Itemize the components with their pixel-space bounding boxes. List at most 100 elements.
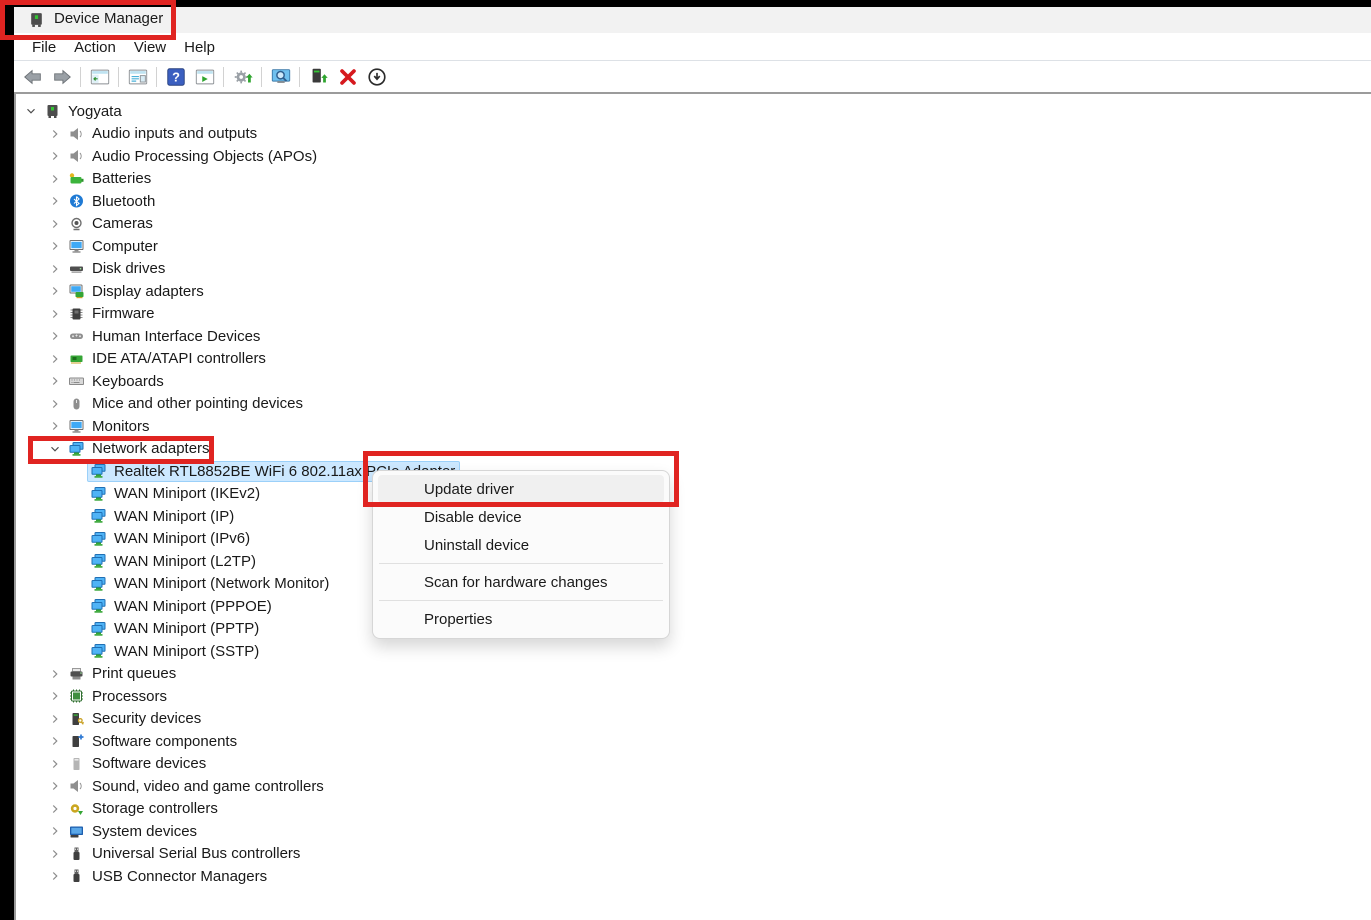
- tree-item-label: WAN Miniport (IKEv2): [114, 485, 260, 502]
- tree-item-label: Audio Processing Objects (APOs): [92, 148, 317, 165]
- menu-action[interactable]: Action: [65, 36, 125, 59]
- tree-item[interactable]: WAN Miniport (PPPOE): [16, 595, 1371, 618]
- tree-item[interactable]: WAN Miniport (L2TP): [16, 550, 1371, 573]
- scan-hardware-changes-button[interactable]: [267, 63, 294, 90]
- chevron-right-icon[interactable]: [44, 734, 66, 748]
- menu-view[interactable]: View: [125, 36, 175, 59]
- tree-item[interactable]: Human Interface Devices: [16, 325, 1371, 348]
- back-button[interactable]: [19, 63, 46, 90]
- action-pane-icon: [194, 66, 216, 88]
- action-pane-button[interactable]: [191, 63, 218, 90]
- tree-item[interactable]: Yogyata: [16, 100, 1371, 123]
- chevron-right-icon[interactable]: [44, 712, 66, 726]
- tree-item[interactable]: System devices: [16, 820, 1371, 843]
- toolbar-separator: [118, 67, 119, 87]
- usb-icon: [68, 846, 85, 862]
- chevron-right-icon[interactable]: [44, 352, 66, 366]
- tree-item[interactable]: Cameras: [16, 213, 1371, 236]
- disable-device-button[interactable]: [363, 63, 390, 90]
- chevron-right-icon[interactable]: [44, 374, 66, 388]
- menu-help[interactable]: Help: [175, 36, 224, 59]
- chevron-right-icon[interactable]: [44, 779, 66, 793]
- chevron-down-icon[interactable]: [20, 104, 42, 118]
- tree-item[interactable]: WAN Miniport (Network Monitor): [16, 573, 1371, 596]
- tree-item[interactable]: Display adapters: [16, 280, 1371, 303]
- chevron-right-icon[interactable]: [44, 217, 66, 231]
- tree-item[interactable]: Software devices: [16, 753, 1371, 776]
- tree-item[interactable]: WAN Miniport (SSTP): [16, 640, 1371, 663]
- menu-item-update-driver[interactable]: Update driver: [378, 475, 664, 503]
- chevron-right-icon[interactable]: [44, 262, 66, 276]
- chevron-down-icon[interactable]: [44, 442, 66, 456]
- swdev-icon: [68, 756, 85, 772]
- chevron-right-icon[interactable]: [44, 802, 66, 816]
- chevron-right-icon[interactable]: [44, 329, 66, 343]
- tree-item[interactable]: Disk drives: [16, 258, 1371, 281]
- network-icon: [90, 553, 107, 569]
- properties-button[interactable]: [124, 63, 151, 90]
- chevron-right-icon[interactable]: [44, 869, 66, 883]
- chevron-right-icon[interactable]: [44, 757, 66, 771]
- chevron-right-icon[interactable]: [44, 847, 66, 861]
- system-icon: [68, 823, 85, 839]
- tree-item[interactable]: WAN Miniport (IP): [16, 505, 1371, 528]
- chevron-right-icon[interactable]: [44, 419, 66, 433]
- tree-item[interactable]: Security devices: [16, 708, 1371, 731]
- forward-button[interactable]: [48, 63, 75, 90]
- update-driver-button[interactable]: [229, 63, 256, 90]
- chevron-right-icon[interactable]: [44, 689, 66, 703]
- menu-file[interactable]: File: [23, 36, 65, 59]
- toolbar-separator: [261, 67, 262, 87]
- tree-item[interactable]: Monitors: [16, 415, 1371, 438]
- tree-item[interactable]: Software components: [16, 730, 1371, 753]
- printer-icon: [68, 666, 85, 682]
- tree-item[interactable]: Keyboards: [16, 370, 1371, 393]
- tree-item[interactable]: Sound, video and game controllers: [16, 775, 1371, 798]
- update-device-button[interactable]: [305, 63, 332, 90]
- chevron-right-icon[interactable]: [44, 149, 66, 163]
- update-device-icon: [308, 66, 330, 88]
- tree-item-label: Human Interface Devices: [92, 328, 260, 345]
- network-icon: [90, 486, 107, 502]
- chevron-right-icon[interactable]: [44, 397, 66, 411]
- tree-item[interactable]: Firmware: [16, 303, 1371, 326]
- tree-item[interactable]: WAN Miniport (PPTP): [16, 618, 1371, 641]
- tree-item[interactable]: Print queues: [16, 663, 1371, 686]
- chevron-right-icon[interactable]: [44, 667, 66, 681]
- menu-item-disable-device[interactable]: Disable device: [378, 503, 664, 531]
- tree-item[interactable]: WAN Miniport (IPv6): [16, 528, 1371, 551]
- tree-item[interactable]: Realtek RTL8852BE WiFi 6 802.11ax PCIe A…: [16, 460, 1371, 483]
- chevron-right-icon[interactable]: [44, 172, 66, 186]
- show-console-tree-button[interactable]: [86, 63, 113, 90]
- help-button[interactable]: [162, 63, 189, 90]
- chevron-right-icon[interactable]: [44, 239, 66, 253]
- storage-icon: [68, 801, 85, 817]
- tree-item[interactable]: WAN Miniport (IKEv2): [16, 483, 1371, 506]
- back-icon: [22, 66, 44, 88]
- tree-item[interactable]: Processors: [16, 685, 1371, 708]
- tree-item[interactable]: Audio inputs and outputs: [16, 123, 1371, 146]
- tree-item[interactable]: IDE ATA/ATAPI controllers: [16, 348, 1371, 371]
- menu-item-uninstall-device[interactable]: Uninstall device: [378, 531, 664, 559]
- menu-item-scan-hardware-changes[interactable]: Scan for hardware changes: [378, 568, 664, 596]
- chevron-right-icon[interactable]: [44, 194, 66, 208]
- tree-item[interactable]: Batteries: [16, 168, 1371, 191]
- chevron-right-icon[interactable]: [44, 284, 66, 298]
- uninstall-device-button[interactable]: [334, 63, 361, 90]
- root-icon: [44, 103, 61, 119]
- battery-icon: [68, 171, 85, 187]
- chevron-right-icon[interactable]: [44, 307, 66, 321]
- tree-item-label: Storage controllers: [92, 800, 218, 817]
- menu-item-properties[interactable]: Properties: [378, 605, 664, 633]
- tree-item[interactable]: Storage controllers: [16, 798, 1371, 821]
- tree-item[interactable]: Audio Processing Objects (APOs): [16, 145, 1371, 168]
- tree-item[interactable]: Universal Serial Bus controllers: [16, 843, 1371, 866]
- chevron-right-icon[interactable]: [44, 824, 66, 838]
- chevron-right-icon[interactable]: [44, 127, 66, 141]
- tree-item[interactable]: Network adapters: [16, 438, 1371, 461]
- tree-item[interactable]: USB Connector Managers: [16, 865, 1371, 888]
- menu-separator: [379, 600, 663, 601]
- tree-item[interactable]: Computer: [16, 235, 1371, 258]
- tree-item[interactable]: Mice and other pointing devices: [16, 393, 1371, 416]
- tree-item[interactable]: Bluetooth: [16, 190, 1371, 213]
